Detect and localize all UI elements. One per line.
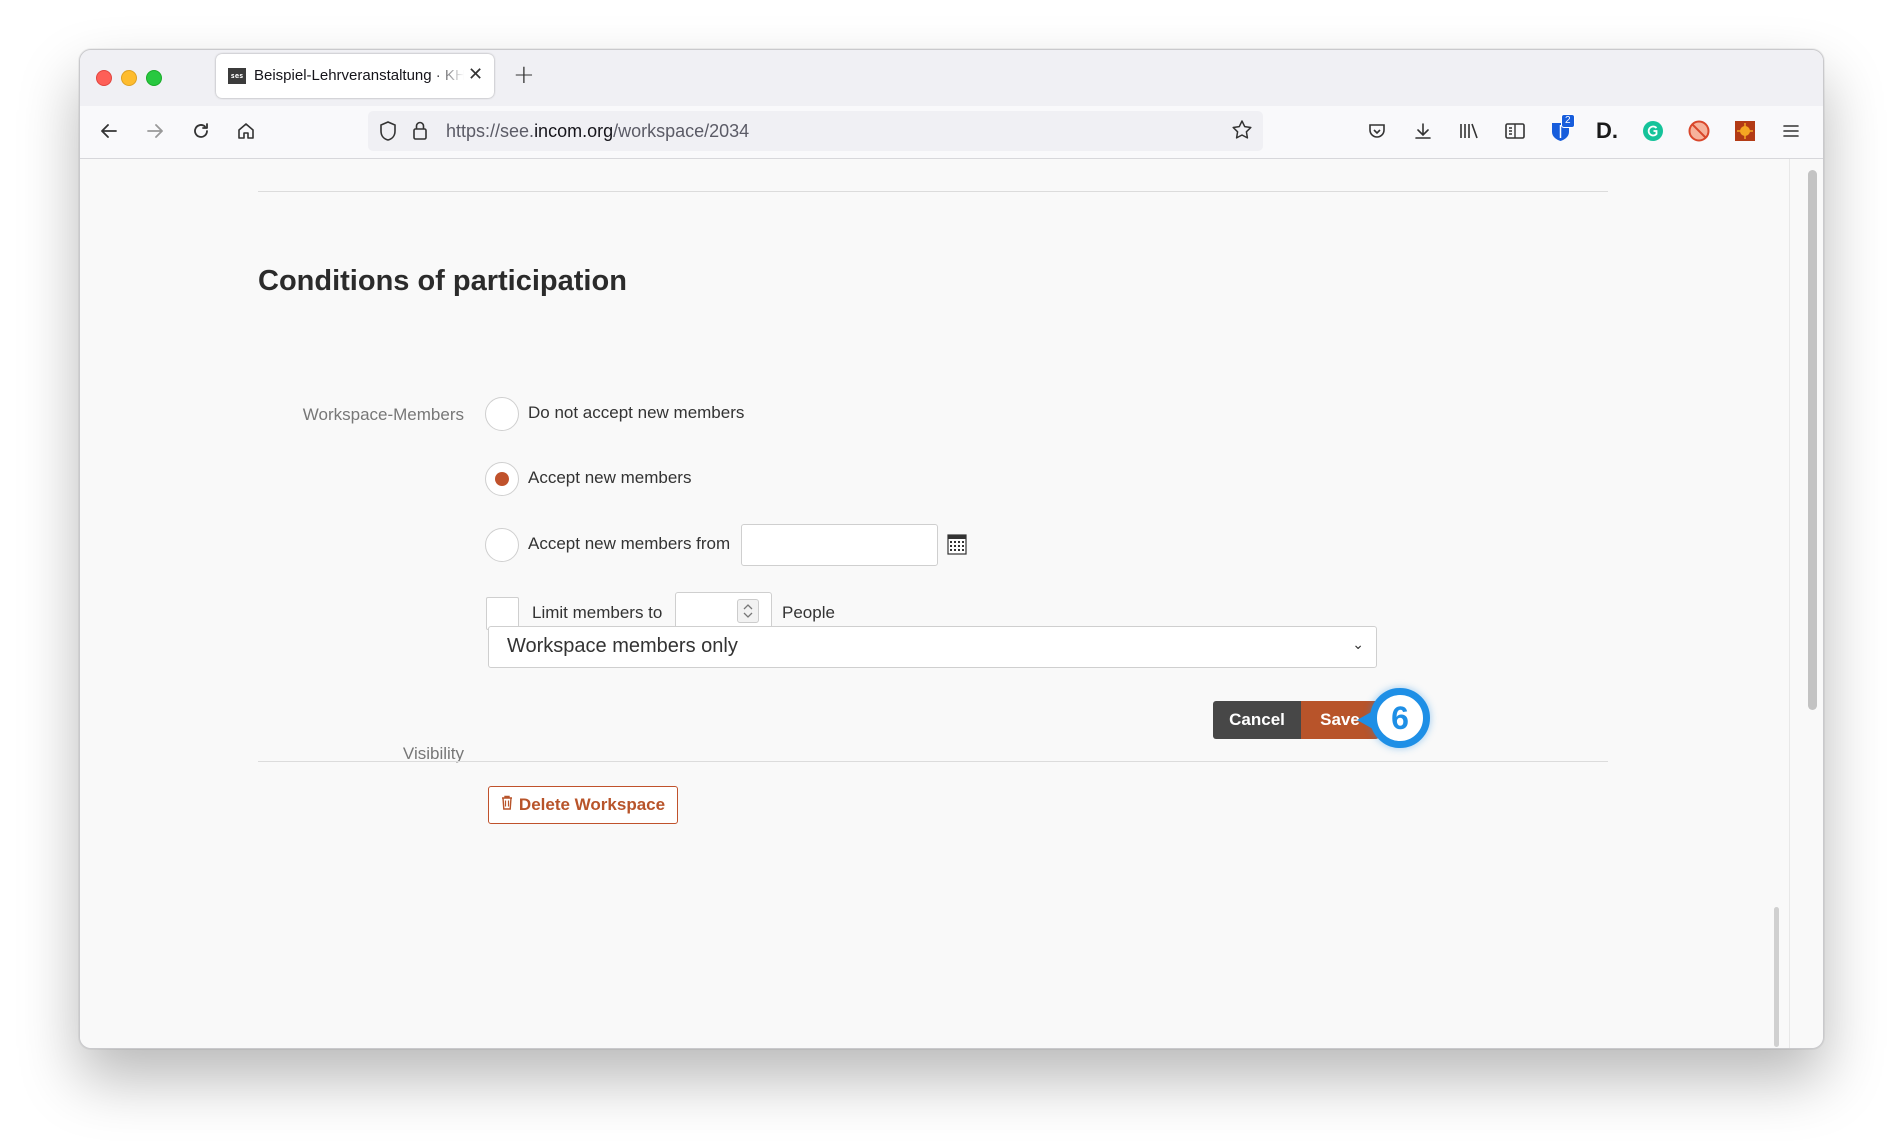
blocker-extension-icon[interactable] [1687, 118, 1711, 144]
menu-hamburger-icon[interactable] [1779, 118, 1803, 144]
page-content: Conditions of participation Workspace-Me… [80, 159, 1790, 1048]
scrollbar-thumb[interactable] [1808, 170, 1817, 710]
divider [258, 191, 1608, 192]
nav-bar: https://see.incom.org/workspace/2034 2 D… [80, 106, 1823, 159]
url-path: /workspace/2034 [613, 121, 750, 141]
browser-window: ses Beispiel-Lehrveranstaltung · KHI ✕ +… [79, 49, 1824, 1049]
zoom-window-button[interactable] [146, 70, 162, 86]
calendar-icon[interactable] [947, 533, 967, 559]
bookmark-star-icon[interactable] [1231, 119, 1253, 145]
radio-accept-new-members[interactable] [485, 462, 519, 496]
home-icon[interactable] [231, 116, 261, 146]
step-number-badge: 6 [1370, 688, 1430, 748]
scrollbar[interactable] [1774, 159, 1823, 1048]
download-icon[interactable] [1411, 118, 1435, 144]
inner-scrollbar-thumb[interactable] [1774, 907, 1779, 1047]
forward-arrow-icon[interactable] [140, 116, 170, 146]
radio-accept-from-label[interactable]: Accept new members from [528, 534, 730, 554]
trash-icon [501, 795, 513, 815]
back-arrow-icon[interactable] [94, 116, 124, 146]
close-window-button[interactable] [96, 70, 112, 86]
radio-accept-from[interactable] [485, 528, 519, 562]
radio-do-not-accept[interactable] [485, 397, 519, 431]
url-bar[interactable]: https://see.incom.org/workspace/2034 [368, 111, 1263, 151]
accept-from-date-input[interactable] [741, 524, 938, 566]
visibility-select[interactable]: Workspace members only ⌄ [488, 626, 1377, 668]
grammarly-extension-icon[interactable] [1641, 118, 1665, 144]
divider [258, 761, 1608, 762]
delete-workspace-label: Delete Workspace [518, 795, 666, 814]
lock-icon[interactable] [412, 120, 428, 146]
shield-icon[interactable] [378, 120, 398, 146]
extension-badge-count: 2 [1561, 114, 1575, 128]
workspace-members-label: Workspace-Members [302, 405, 464, 424]
number-stepper-icon[interactable] [737, 599, 759, 623]
new-tab-button[interactable]: + [513, 60, 535, 90]
library-icon[interactable] [1457, 118, 1481, 144]
tab-bar: ses Beispiel-Lehrveranstaltung · KHI ✕ + [80, 50, 1823, 106]
minimize-window-button[interactable] [121, 70, 137, 86]
radio-do-not-accept-label[interactable]: Do not accept new members [528, 403, 744, 423]
dashlane-extension-icon[interactable]: D. [1595, 118, 1619, 144]
bitwarden-extension-icon[interactable]: 2 [1549, 114, 1575, 144]
url-prefix: https://see. [446, 121, 535, 141]
cancel-button[interactable]: Cancel [1213, 701, 1301, 739]
pocket-icon[interactable] [1365, 118, 1389, 144]
limit-members-label: Limit members to [532, 603, 663, 622]
reload-icon[interactable] [186, 116, 216, 146]
visibility-selected-value: Workspace members only [507, 635, 738, 657]
page-title: Conditions of participation [258, 265, 627, 297]
limit-members-unit: People [782, 603, 835, 622]
extension-puzzle-icon[interactable] [1733, 118, 1757, 144]
url-text[interactable]: https://see.incom.org/workspace/2034 [446, 121, 749, 142]
delete-workspace-button[interactable]: Delete Workspace [488, 786, 678, 824]
url-host: incom.org [534, 121, 614, 141]
reader-view-icon[interactable] [1503, 118, 1527, 144]
chevron-down-icon: ⌄ [1352, 637, 1364, 653]
tab-favicon-icon: ses [228, 68, 246, 84]
radio-accept-new-members-label[interactable]: Accept new members [528, 468, 691, 488]
tab-title: Beispiel-Lehrveranstaltung · KHI [254, 67, 464, 84]
tab-close-icon[interactable]: ✕ [468, 64, 483, 85]
active-tab[interactable]: ses Beispiel-Lehrveranstaltung · KHI ✕ [216, 54, 494, 98]
